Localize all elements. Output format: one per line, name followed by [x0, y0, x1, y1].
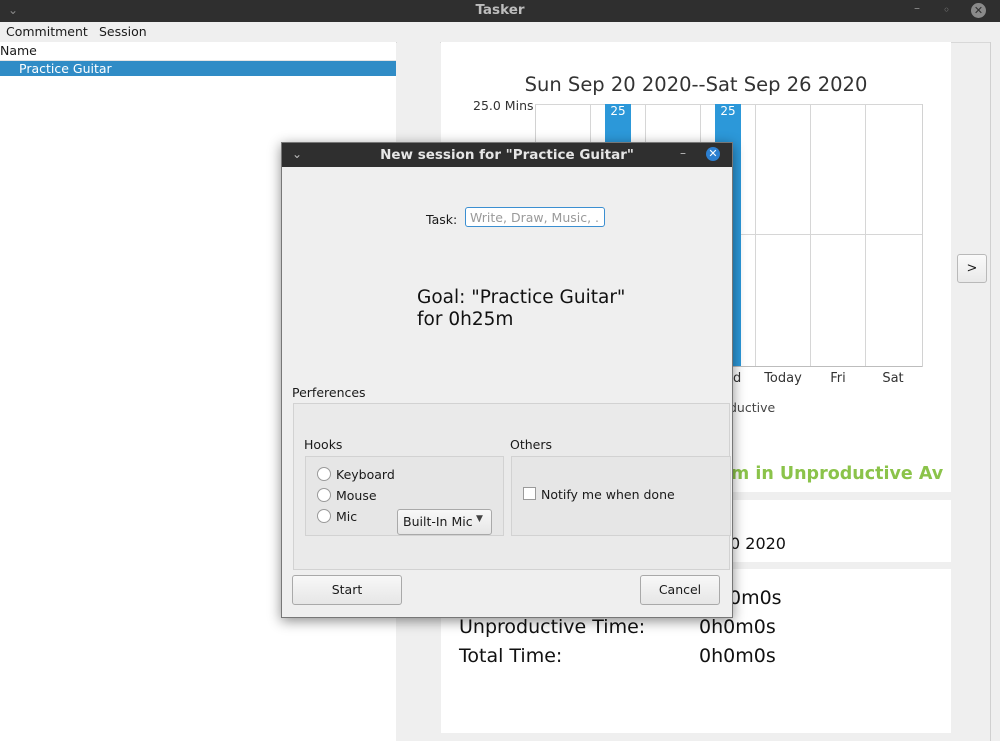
hooks-label: Hooks	[304, 437, 343, 452]
data-label: 25	[720, 104, 736, 118]
gridline	[755, 104, 756, 366]
chart-title: Sun Sep 20 2020--Sat Sep 26 2020	[524, 73, 868, 96]
notify-label: Notify me when done	[541, 487, 675, 502]
mic-radio[interactable]	[317, 509, 331, 523]
new-session-dialog: ⌄ New session for "Practice Guitar" – ✕ …	[281, 142, 733, 618]
menubar: Commitment Session	[0, 22, 1000, 43]
keyboard-label: Keyboard	[336, 467, 395, 482]
total-time-value: 0h0m0s	[699, 645, 776, 667]
menu-session[interactable]: Session	[99, 22, 147, 41]
cancel-button[interactable]: Cancel	[640, 575, 720, 605]
x-tick-fri: Fri	[830, 371, 846, 386]
dialog-close-icon[interactable]: ✕	[706, 147, 720, 161]
title-bar: ⌄ Tasker – ◦ ✕	[0, 0, 1000, 22]
legend-label: ductive	[729, 400, 776, 415]
gridline	[865, 104, 866, 366]
dialog-minimize-icon[interactable]: –	[680, 142, 686, 164]
close-icon[interactable]: ✕	[971, 3, 986, 18]
task-label: Task:	[426, 212, 458, 227]
list-item-label: Practice Guitar	[19, 61, 112, 76]
list-item[interactable]: Practice Guitar	[0, 61, 396, 76]
mouse-radio[interactable]	[317, 488, 331, 502]
keyboard-radio[interactable]	[317, 467, 331, 481]
notify-checkbox[interactable]	[523, 487, 536, 500]
mic-device-value: Built-In Mic	[403, 514, 473, 529]
column-header-name[interactable]: Name	[0, 42, 396, 61]
right-edge-panel	[990, 42, 1000, 741]
total-time-label: Total Time:	[459, 645, 563, 667]
mic-label: Mic	[336, 509, 358, 524]
chevron-down-icon: ▼	[476, 514, 483, 524]
date-range-text: 0 2020	[730, 534, 786, 553]
next-week-button[interactable]: >	[957, 254, 987, 283]
mic-device-select[interactable]: Built-In Mic ▼	[397, 509, 492, 535]
y-tick-label: 25.0 Mins	[473, 98, 534, 113]
preferences-label: Perferences	[292, 385, 366, 400]
x-tick-sat: Sat	[882, 371, 904, 386]
goal-text: Goal: "Practice Guitar" for 0h25m	[417, 287, 626, 330]
start-button[interactable]: Start	[292, 575, 402, 605]
unproductive-time-value: 0h0m0s	[699, 616, 776, 638]
unproductive-average: m in Unproductive Avg	[731, 464, 943, 484]
column-header-label: Name	[0, 43, 37, 58]
productive-time-value: 0m0s	[729, 587, 782, 609]
dialog-title: New session for "Practice Guitar"	[380, 147, 634, 163]
window-title: Tasker	[475, 2, 525, 18]
gridline	[810, 104, 811, 366]
menu-commitment[interactable]: Commitment	[6, 22, 88, 41]
mouse-label: Mouse	[336, 488, 377, 503]
unproductive-time-label: Unproductive Time:	[459, 616, 646, 638]
others-label: Others	[510, 437, 553, 452]
dialog-title-bar: ⌄ New session for "Practice Guitar" – ✕	[282, 143, 732, 167]
task-input[interactable]	[465, 207, 605, 227]
data-label: 25	[610, 104, 626, 118]
x-tick-today: Today	[764, 371, 802, 386]
maximize-icon[interactable]: ◦	[943, 0, 950, 20]
minimize-icon[interactable]: –	[914, 0, 920, 18]
